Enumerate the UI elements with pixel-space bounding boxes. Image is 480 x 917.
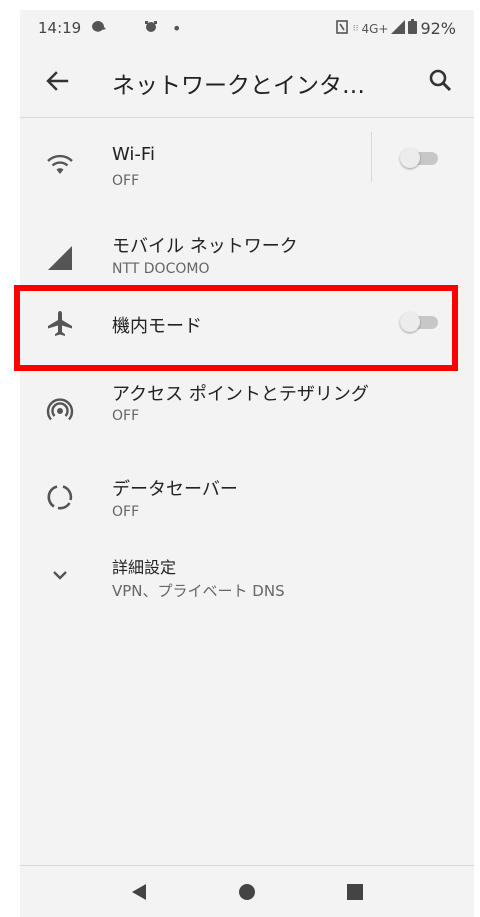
- mobile-network-title: モバイル ネットワーク: [112, 236, 298, 257]
- signal-icon: [44, 242, 76, 274]
- app-notification-icon: [142, 19, 160, 39]
- wifi-separator: [371, 132, 372, 182]
- vibrate-icon: ⁝⁝: [352, 23, 359, 34]
- status-time: 14:19: [38, 19, 82, 37]
- nav-recents-button[interactable]: [344, 881, 366, 903]
- airplane-mode-highlight: [14, 285, 458, 371]
- battery-icon: [408, 19, 418, 38]
- navigation-bar: [20, 865, 474, 917]
- wifi-title: Wi-Fi: [112, 144, 155, 165]
- data-saver-status: OFF: [112, 504, 140, 520]
- wifi-status: OFF: [112, 173, 140, 189]
- data-saver-setting[interactable]: データセーバー OFF: [20, 455, 474, 543]
- nav-back-button[interactable]: [128, 881, 150, 903]
- wifi-icon: [44, 148, 76, 180]
- search-icon: [429, 69, 452, 92]
- header-divider: [20, 117, 474, 118]
- recents-square-icon: [347, 884, 363, 900]
- nfc-icon: [335, 19, 350, 38]
- data-saver-title: データセーバー: [112, 479, 238, 500]
- chevron-down-icon: [44, 559, 76, 591]
- mobile-network-carrier: NTT DOCOMO: [112, 261, 210, 277]
- notification-icon: [90, 19, 108, 39]
- phone-screen: 14:19 • ⁝⁝ 4G+ 92% ネットワークとインタ… Wi-Fi OFF…: [20, 10, 474, 917]
- wifi-toggle[interactable]: [400, 148, 440, 168]
- hotspot-tethering-title: アクセス ポイントとテザリング: [112, 384, 369, 405]
- back-arrow-icon: [46, 71, 69, 91]
- triangle-back-icon: [132, 884, 146, 900]
- network-type: 4G+: [361, 21, 389, 36]
- more-notifications-icon: •: [172, 19, 182, 38]
- advanced-settings-title: 詳細設定: [112, 558, 177, 577]
- data-saver-icon: [44, 481, 76, 513]
- advanced-settings[interactable]: 詳細設定 VPN、プライベート DNS: [20, 543, 474, 631]
- hotspot-tethering-status: OFF: [112, 408, 140, 424]
- battery-percentage: 92%: [420, 19, 456, 38]
- hotspot-icon: [44, 393, 76, 425]
- page-title: ネットワークとインタ…: [112, 73, 365, 99]
- signal-strength-icon: [391, 19, 406, 38]
- nav-home-button[interactable]: [236, 881, 258, 903]
- status-bar: 14:19 • ⁝⁝ 4G+ 92%: [20, 10, 474, 46]
- home-circle-icon: [239, 884, 255, 900]
- advanced-settings-summary: VPN、プライベート DNS: [112, 582, 285, 600]
- app-bar: ネットワークとインタ…: [20, 46, 474, 116]
- status-right: ⁝⁝ 4G+ 92%: [335, 19, 456, 38]
- hotspot-tethering-setting[interactable]: アクセス ポイントとテザリング OFF: [20, 368, 474, 456]
- back-button[interactable]: [40, 64, 74, 98]
- search-button[interactable]: [426, 66, 456, 96]
